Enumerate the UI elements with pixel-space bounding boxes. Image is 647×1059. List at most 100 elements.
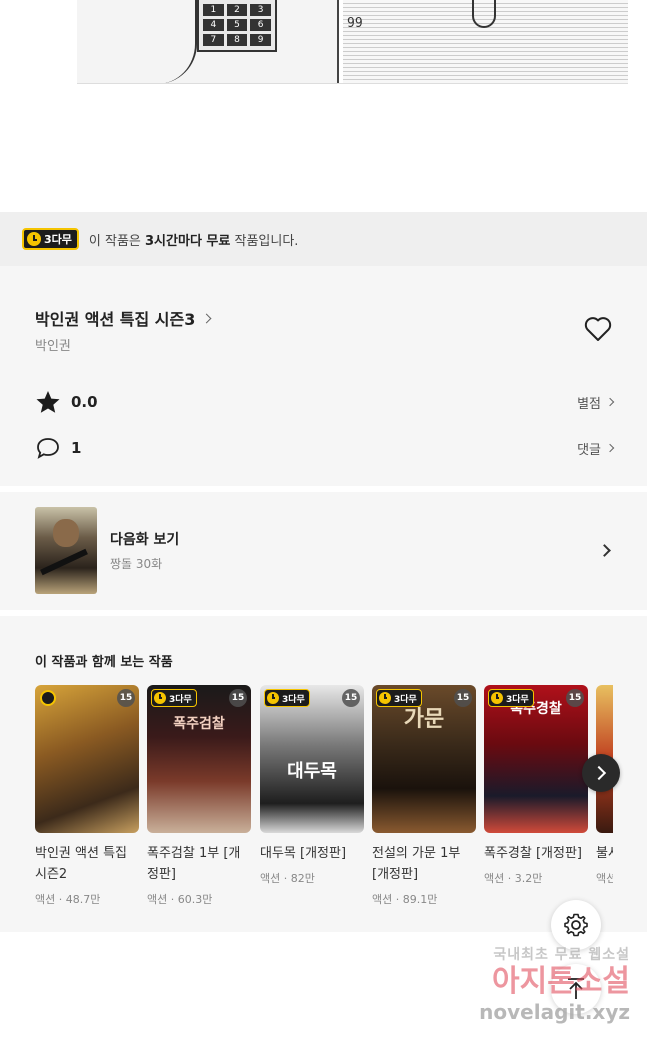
gear-icon	[564, 913, 588, 937]
free-badge-label: 3다무	[394, 694, 417, 705]
watermark-line2: 아지톤소설	[492, 964, 630, 999]
next-episode-card[interactable]: 다음화 보기 짱돌 30화	[0, 492, 647, 610]
watermark-line1: 국내최초 무료 웹소설	[493, 947, 630, 963]
age-rating-badge: 15	[454, 689, 472, 707]
thumbnail-figure	[53, 519, 79, 547]
keypad-key: 2	[226, 4, 248, 16]
notice-prefix: 이 작품은	[88, 233, 146, 249]
related-work-meta: 액션 · 60.3만	[147, 893, 213, 906]
clock-icon	[40, 690, 56, 706]
work-title-link[interactable]: 박인권 액션 특집 시즌3	[35, 306, 212, 330]
carousel-next-button[interactable]	[582, 754, 620, 792]
clock-icon	[379, 692, 391, 704]
related-work-cover: 폭주검찰 3다무 15	[147, 685, 251, 833]
watermark-line3: novelagit.xyz	[479, 1000, 630, 1024]
comments-count: 1	[71, 439, 82, 457]
site-watermark: 국내최초 무료 웹소설 아지톤소설 novelagit.xyz	[440, 944, 630, 1024]
heart-icon[interactable]	[584, 316, 612, 342]
rating-row: 0.0 별점	[35, 390, 615, 414]
related-work-meta: 액션 · 3.2만	[484, 872, 543, 885]
keypad-key: 3	[250, 4, 271, 16]
cover-art	[147, 685, 251, 833]
related-work-title: 불사	[596, 846, 613, 861]
comic-hand-drawing	[127, 0, 197, 83]
related-work-card[interactable]: 폭주검찰 3다무 15 폭주검찰 1부 [개정판] 액션 · 60.3만	[147, 685, 251, 907]
next-episode-label: 다음화 보기	[110, 532, 180, 548]
free-badge: 3다무	[22, 228, 79, 250]
related-work-cover: 폭주경찰 3다무 15	[484, 685, 588, 833]
chevron-right-icon	[605, 397, 615, 407]
next-episode-thumbnail	[35, 507, 97, 594]
cover-art	[35, 685, 139, 833]
comic-caption: 99	[347, 16, 363, 31]
free-badge: 3다무	[264, 689, 310, 707]
clock-icon	[491, 692, 503, 704]
keypad-key: 7	[203, 34, 224, 46]
clock-icon	[267, 692, 279, 704]
related-work-title: 대두목 [개정판]	[260, 846, 347, 861]
clock-icon	[27, 232, 41, 246]
related-work-title: 박인권 액션 특집 시즌2	[35, 846, 127, 882]
comments-link-label: 댓글	[577, 442, 601, 458]
free-badge-label: 3다무	[44, 233, 72, 246]
rating-value: 0.0	[71, 393, 98, 411]
age-rating-badge: 15	[229, 689, 247, 707]
cover-title-art: 폭주검찰	[173, 716, 225, 732]
related-work-cover: 대두목 3다무 15	[260, 685, 364, 833]
free-badge: 3다무	[151, 689, 197, 707]
arrow-up-icon	[568, 978, 584, 999]
related-work-meta: 액션 · 82만	[260, 872, 315, 885]
comments-link[interactable]: 댓글	[577, 439, 615, 458]
related-works-heading: 이 작품과 함께 보는 작품	[35, 655, 173, 670]
age-rating-badge: 15	[566, 689, 584, 707]
related-work-card[interactable]: 15 박인권 액션 특집 시즌2 액션 · 48.7만	[35, 685, 139, 907]
work-author[interactable]: 박인권	[35, 335, 71, 354]
star-icon	[36, 391, 60, 413]
free-badge: 3다무	[376, 689, 422, 707]
comments-row: 1 댓글	[35, 436, 615, 460]
keypad-key: 5	[226, 19, 248, 31]
related-work-meta: 액션 · 48.7만	[35, 893, 101, 906]
next-episode-subtitle: 짱돌 30화	[110, 557, 163, 571]
free-notice-banner: 3다무 이 작품은 3시간마다 무료 작품입니다.	[0, 212, 647, 266]
related-work-cover: 15	[35, 685, 139, 833]
keypad-key: 8	[226, 34, 248, 46]
related-work-title: 전설의 가문 1부 [개정판]	[372, 846, 461, 882]
rating-link[interactable]: 별점	[577, 393, 615, 412]
free-badge-label: 3다무	[506, 694, 529, 705]
chevron-right-icon	[201, 313, 212, 323]
notice-suffix: 작품입니다.	[230, 233, 299, 249]
cover-title-art: 대두목	[287, 761, 337, 782]
chevron-right-icon	[605, 443, 615, 453]
related-work-title: 폭주경찰 [개정판]	[484, 846, 582, 861]
age-rating-badge: 15	[342, 689, 360, 707]
free-badge-label: 3다무	[169, 694, 192, 705]
work-title: 박인권 액션 특집 시즌3	[35, 310, 196, 329]
keypad-key: 9	[250, 34, 271, 46]
phone-keypad-drawing: 1 2 3 4 5 6 7 8 9	[197, 0, 277, 52]
rating-link-label: 별점	[577, 396, 601, 412]
related-work-card[interactable]: 폭주경찰 3다무 15 폭주경찰 [개정판] 액션 · 3.2만	[484, 685, 588, 886]
comic-panel: 1 2 3 4 5 6 7 8 9 99	[77, 0, 628, 84]
comic-figure-drawing	[472, 0, 496, 28]
related-work-meta: 액션	[596, 872, 613, 885]
chevron-right-icon	[598, 544, 611, 557]
age-rating-badge: 15	[117, 689, 135, 707]
free-notice-message: 이 작품은 3시간마다 무료 작품입니다.	[89, 230, 299, 249]
related-works-section: 이 작품과 함께 보는 작품 15 박인권 액션 특집 시즌2 액션 · 48.…	[0, 616, 647, 932]
free-badge-label: 3다무	[282, 694, 305, 705]
related-work-card[interactable]: 가문 3다무 15 전설의 가문 1부 [개정판] 액션 · 89.1만	[372, 685, 476, 907]
free-badge: 3다무	[488, 689, 534, 707]
keypad-key: 1	[203, 4, 224, 16]
related-work-cover: 가문 3다무 15	[372, 685, 476, 833]
related-work-card[interactable]: 대두목 3다무 15 대두목 [개정판] 액션 · 82만	[260, 685, 364, 886]
scroll-to-top-button[interactable]	[551, 964, 601, 1014]
keypad-key: 6	[250, 19, 271, 31]
related-work-title: 폭주검찰 1부 [개정판]	[147, 846, 241, 882]
comic-left-panel: 1 2 3 4 5 6 7 8 9	[77, 0, 339, 83]
work-info-section: 박인권 액션 특집 시즌3 박인권 0.0 별점 1 댓글	[0, 266, 647, 486]
clock-icon	[154, 692, 166, 704]
notice-highlight: 3시간마다 무료	[145, 233, 231, 249]
thumbnail-gun	[40, 548, 88, 576]
settings-button[interactable]	[551, 900, 601, 950]
